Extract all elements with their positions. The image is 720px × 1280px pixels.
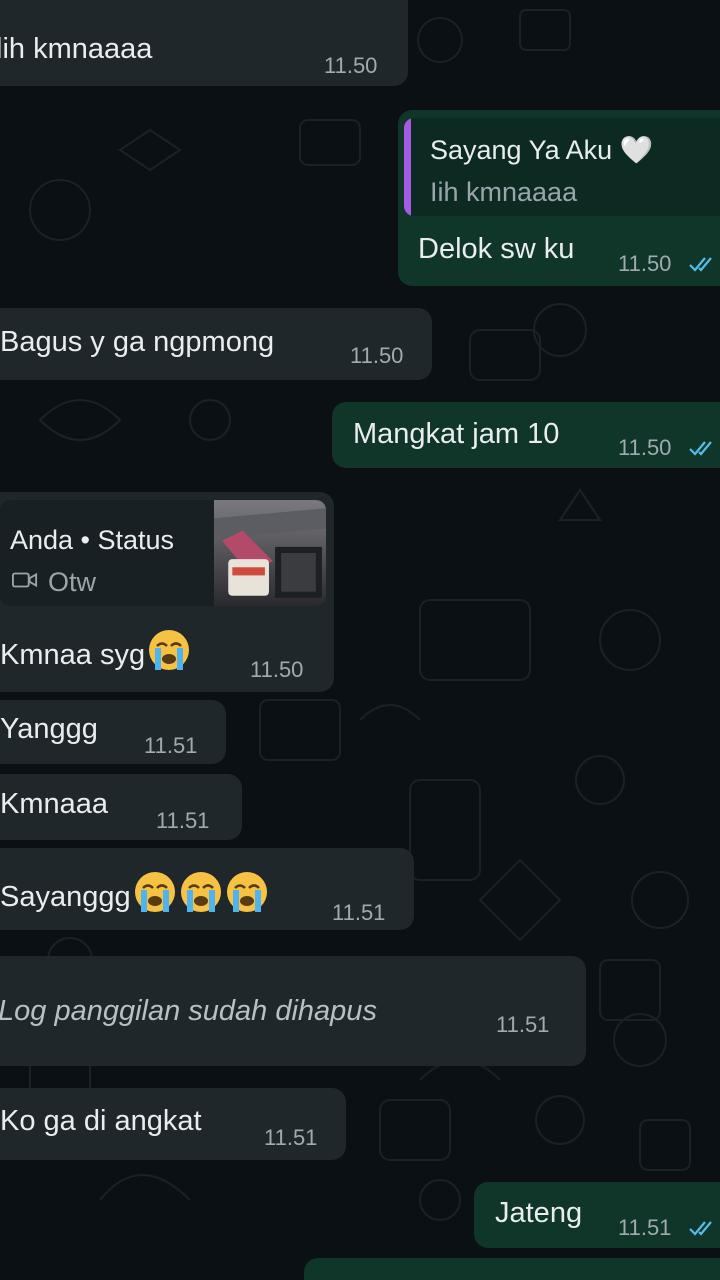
status-caption: Otw [48,567,97,597]
message-time: 11.50 [618,435,672,460]
quote-accent-bar [404,118,411,216]
double-check-icon [689,1221,712,1236]
outgoing-message-bubble[interactable]: Mangkat jam 10 11.50 [332,402,720,468]
double-check-icon [689,441,712,456]
incoming-message-bubble[interactable]: Bagus y ga ngpmong 11.50 [0,308,432,380]
message-time: 11.50 [350,343,404,368]
outgoing-message-bubble-partial[interactable] [304,1258,720,1280]
message-text: Jateng [495,1197,583,1229]
message-text: Mangkat jam 10 [353,418,560,450]
crying-face-emoji [226,872,267,912]
status-thumbnail[interactable] [214,500,326,606]
crying-face-emoji [134,872,175,912]
message-time: 11.51 [332,900,386,925]
outgoing-message-bubble[interactable]: Jateng 11.51 [474,1182,720,1248]
message-time: 11.50 [618,251,672,276]
status-author: Anda • Status [10,525,175,555]
incoming-message-bubble[interactable]: Anda • Status Otw Kmnaa syg 11.50 [0,492,334,692]
incoming-message-bubble[interactable]: lih kmnaaaa 11.50 [0,0,408,86]
incoming-message-bubble[interactable]: Yanggg 11.51 [0,700,226,764]
outgoing-message-bubble[interactable]: Sayang Ya Aku 🤍 Iih kmnaaaa Delok sw ku … [398,110,720,286]
crying-face-emoji [149,630,190,670]
quoted-text: Iih kmnaaaa [430,177,578,207]
message-time: 11.51 [264,1125,318,1150]
message-text: Kmnaa syg [0,628,191,672]
message-text: Delok sw ku [418,233,575,265]
crying-face-emoji [180,872,221,912]
status-reply-preview[interactable]: Anda • Status Otw [0,500,326,606]
message-text-content: Kmnaa syg [0,639,146,671]
deleted-call-log-text: Log panggilan sudah dihapus [0,995,377,1027]
message-time: 11.51 [144,733,198,758]
incoming-message-bubble[interactable]: Log panggilan sudah dihapus 11.51 [0,956,586,1066]
quoted-message[interactable]: Sayang Ya Aku 🤍 Iih kmnaaaa [404,118,720,216]
video-camera-icon [12,572,38,588]
message-text: Ko ga di angkat [0,1105,202,1137]
double-check-icon [689,257,712,272]
message-time: 11.50 [250,657,304,682]
incoming-message-bubble[interactable]: Sayanggg 11.51 [0,848,414,930]
message-time: 11.51 [496,1012,550,1037]
message-text: Kmnaaa [0,788,109,820]
message-time: 11.50 [324,53,378,78]
message-text: Yanggg [0,713,98,745]
chat-conversation[interactable]: lih kmnaaaa 11.50 Sayang Ya Aku 🤍 Iih km… [0,0,720,1280]
message-text: Bagus y ga ngpmong [0,326,275,358]
message-text: lih kmnaaaa [0,33,153,65]
quoted-author: Sayang Ya Aku 🤍 [430,135,654,165]
incoming-message-bubble[interactable]: Kmnaaa 11.51 [0,774,242,840]
incoming-message-bubble[interactable]: Ko ga di angkat 11.51 [0,1088,346,1160]
message-text-content: Sayanggg [0,881,131,913]
message-text: Sayanggg [0,870,269,914]
message-time: 11.51 [618,1215,672,1240]
message-time: 11.51 [156,808,210,833]
